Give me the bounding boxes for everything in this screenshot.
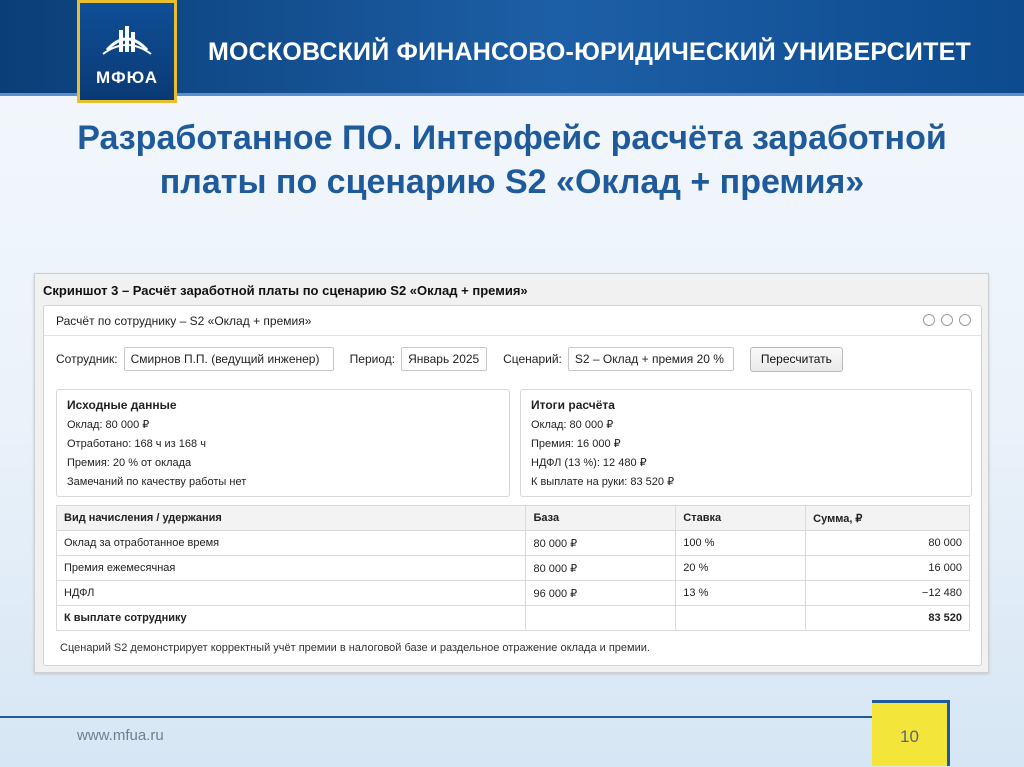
scenario-note: Сценарий S2 демонстрирует корректный учё… [60,642,650,654]
input-data-title: Исходные данные [67,398,177,412]
payroll-window: Расчёт по сотруднику – S2 «Оклад + преми… [43,305,982,666]
results-line: НДФЛ (13 %): 12 480 ₽ [531,457,647,469]
scenario-label: Сценарий: [503,352,562,366]
table-cell: 20 % [675,555,807,581]
column-header: База [525,505,677,531]
table-cell: Премия ежемесячная [55,555,527,581]
footer-url: www.mfua.ru [77,727,164,744]
input-data-card: Исходные данные Оклад: 80 000 ₽ Отработа… [56,389,510,497]
table-cell [675,605,807,631]
university-emblem-icon [102,26,152,55]
period-label: Период: [349,352,396,366]
university-name: МОСКОВСКИЙ ФИНАНСОВО-ЮРИДИЧЕСКИЙ УНИВЕРС… [208,38,971,66]
window-close-icon[interactable] [959,314,971,326]
table-cell: 96 000 ₽ [525,580,677,606]
table-cell: 13 % [675,580,807,606]
results-title: Итоги расчёта [531,398,615,412]
window-minimize-icon[interactable] [923,314,935,326]
column-header: Ставка [675,505,807,531]
recalculate-button[interactable]: Пересчитать [749,346,843,372]
scenario-field[interactable] [567,347,734,371]
table-cell: −12 480 [805,580,970,606]
window-titlebar: Расчёт по сотруднику – S2 «Оклад + преми… [44,306,981,336]
screenshot-panel: Скриншот 3 – Расчёт заработной платы по … [34,273,989,673]
slide-title: Разработанное ПО. Интерфейс расчёта зара… [77,119,947,201]
input-data-line: Замечаний по качеству работы нет [67,476,247,488]
table-header-row: Вид начисления / удержания База Ставка С… [55,505,970,531]
university-logo: МФЮА [77,0,177,103]
accruals-table: Вид начисления / удержания База Ставка С… [55,505,970,631]
table-row: НДФЛ 96 000 ₽ 13 % −12 480 [55,580,970,606]
table-cell: 16 000 [805,555,970,581]
employee-label: Сотрудник: [56,352,118,366]
window-maximize-icon[interactable] [941,314,953,326]
results-card: Итоги расчёта Оклад: 80 000 ₽ Премия: 16… [520,389,972,497]
table-cell: К выплате сотруднику [55,605,527,631]
table-cell: НДФЛ [55,580,527,606]
logo-text: МФЮА [95,68,159,87]
screenshot-caption: Скриншот 3 – Расчёт заработной платы по … [43,283,528,298]
table-row: Оклад за отработанное время 80 000 ₽ 100… [55,530,970,556]
results-line: Премия: 16 000 ₽ [531,438,621,450]
column-header: Сумма, ₽ [805,505,970,531]
table-cell: Оклад за отработанное время [55,530,527,556]
employee-field[interactable] [123,347,334,371]
table-total-row: К выплате сотруднику 83 520 [55,605,970,631]
table-cell: 83 520 [805,605,970,631]
input-data-line: Премия: 20 % от оклада [67,457,192,469]
page-number-box: 10 [872,700,950,766]
calculation-form: Сотрудник: Период: Сценарий: Пересчитать [56,346,843,372]
table-row: Премия ежемесячная 80 000 ₽ 20 % 16 000 [55,555,970,581]
university-header: МФЮА МОСКОВСКИЙ ФИНАНСОВО-ЮРИДИЧЕСКИЙ УН… [0,0,1024,103]
period-field[interactable] [401,347,488,371]
table-cell [525,605,677,631]
table-cell: 100 % [675,530,807,556]
window-title: Расчёт по сотруднику – S2 «Оклад + преми… [56,314,312,328]
input-data-line: Оклад: 80 000 ₽ [67,419,150,431]
results-line: Оклад: 80 000 ₽ [531,419,614,431]
table-cell: 80 000 ₽ [525,555,677,581]
window-controls [923,314,971,326]
footer-divider [0,716,872,718]
column-header: Вид начисления / удержания [55,505,527,531]
page-number: 10 [900,727,919,746]
input-data-line: Отработано: 168 ч из 168 ч [67,438,206,450]
table-cell: 80 000 ₽ [525,530,677,556]
table-cell: 80 000 [805,530,970,556]
results-line: К выплате на руки: 83 520 ₽ [531,476,675,488]
